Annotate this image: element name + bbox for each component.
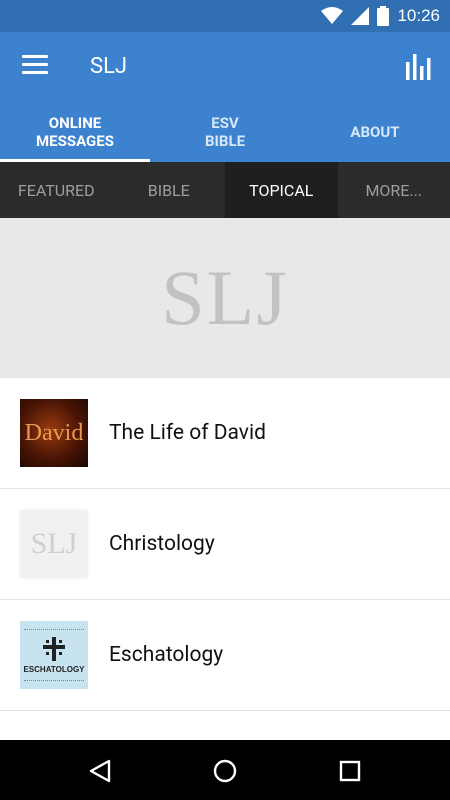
- status-time: 10:26: [397, 6, 440, 25]
- item-title: Christology: [109, 532, 215, 556]
- topic-list: David The Life of David SLJ Christology …: [0, 378, 450, 711]
- tab-label-line1: ONLINE: [48, 114, 102, 132]
- app-bar: SLJ: [0, 32, 450, 102]
- tab-online-messages[interactable]: ONLINE MESSAGES: [0, 102, 150, 162]
- item-title: Eschatology: [109, 643, 224, 667]
- banner-logo: SLJ: [161, 254, 289, 341]
- thumbnail: SLJ: [20, 510, 88, 578]
- list-item[interactable]: David The Life of David: [0, 378, 450, 489]
- thumbnail-text: SLJ: [30, 527, 78, 560]
- subtab-featured[interactable]: FEATURED: [0, 162, 113, 218]
- main-tabs: ONLINE MESSAGES ESV BIBLE ABOUT: [0, 102, 450, 162]
- battery-icon: [377, 6, 390, 26]
- cross-icon: [43, 636, 65, 661]
- list-item[interactable]: SLJ Christology: [0, 489, 450, 600]
- menu-icon[interactable]: [22, 55, 48, 77]
- recents-icon[interactable]: [337, 758, 363, 784]
- tab-about[interactable]: ABOUT: [300, 102, 450, 162]
- item-title: The Life of David: [109, 421, 266, 445]
- tab-label-line1: ABOUT: [350, 123, 400, 141]
- thumbnail: ESCHATOLOGY: [20, 621, 88, 689]
- list-item[interactable]: ESCHATOLOGY Eschatology: [0, 600, 450, 711]
- tab-label-line2: MESSAGES: [36, 132, 114, 150]
- subtab-topical[interactable]: TOPICAL: [225, 162, 338, 218]
- tab-label-line1: ESV: [211, 114, 239, 132]
- thumbnail-text: ESCHATOLOGY: [23, 664, 85, 674]
- subtab-more[interactable]: MORE...: [338, 162, 450, 218]
- system-nav-bar: [0, 740, 450, 800]
- banner: SLJ: [0, 218, 450, 378]
- subtab-bible[interactable]: BIBLE: [113, 162, 226, 218]
- tab-esv-bible[interactable]: ESV BIBLE: [150, 102, 300, 162]
- thumbnail: David: [20, 399, 88, 467]
- stats-icon[interactable]: [406, 52, 432, 80]
- home-icon[interactable]: [212, 758, 238, 784]
- wifi-icon: [321, 7, 344, 24]
- back-icon[interactable]: [87, 758, 113, 784]
- status-bar: 10:26: [0, 0, 450, 32]
- status-icons: 10:26: [321, 4, 440, 28]
- thumbnail-text: David: [24, 419, 84, 446]
- sub-tabs: FEATURED BIBLE TOPICAL MORE...: [0, 162, 450, 218]
- tab-label-line2: BIBLE: [204, 132, 246, 150]
- app-title: SLJ: [90, 54, 128, 79]
- signal-icon: [351, 7, 370, 25]
